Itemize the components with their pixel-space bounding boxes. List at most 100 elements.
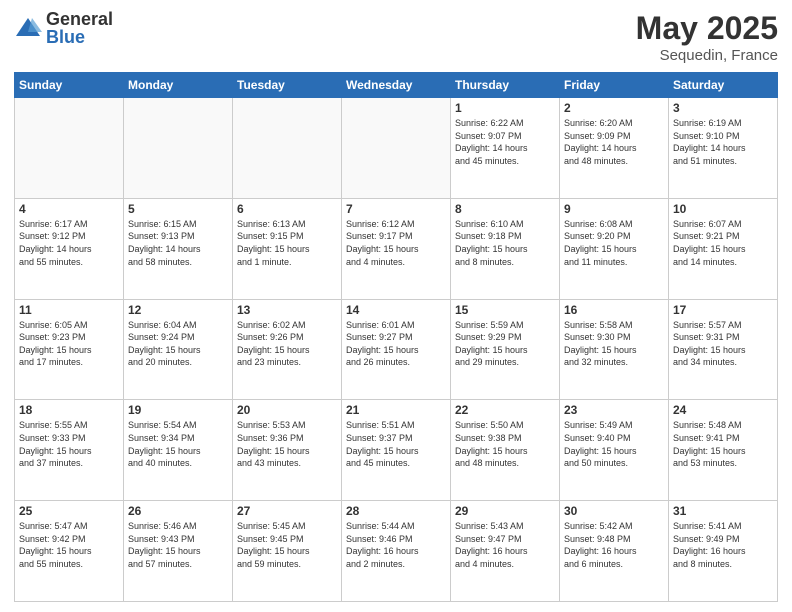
- calendar-cell-w4-d4: 22 Sunrise: 5:50 AM Sunset: 9:38 PM Dayli…: [451, 400, 560, 501]
- day-number-25: 25: [19, 504, 119, 518]
- day-number-26: 26: [128, 504, 228, 518]
- day-info-2: Sunrise: 6:20 AM Sunset: 9:09 PM Dayligh…: [564, 117, 664, 167]
- calendar-cell-w3-d1: 12 Sunrise: 6:04 AM Sunset: 9:24 PM Dayli…: [124, 299, 233, 400]
- day-info-4: Sunrise: 6:17 AM Sunset: 9:12 PM Dayligh…: [19, 218, 119, 268]
- calendar-cell-w2-d1: 5Sunrise: 6:15 AM Sunset: 9:13 PM Daylig…: [124, 198, 233, 299]
- calendar-cell-w4-d2: 20Sunrise: 5:53 AM Sunset: 9:36 PM Dayli…: [233, 400, 342, 501]
- day-number-28: 28: [346, 504, 446, 518]
- calendar-cell-w5-d5: 30 Sunrise: 5:42 AM Sunset: 9:48 PM Dayli…: [560, 501, 669, 602]
- day-number-30: 30: [564, 504, 664, 518]
- logo-blue-text: Blue: [46, 28, 113, 46]
- day-info-31: Sunrise: 5:41 AM Sunset: 9:49 PM Dayligh…: [673, 520, 773, 570]
- day-info-16: Sunrise: 5:58 AM Sunset: 9:30 PM Dayligh…: [564, 319, 664, 369]
- day-info-25: Sunrise: 5:47 AM Sunset: 9:42 PM Dayligh…: [19, 520, 119, 570]
- calendar-cell-w5-d4: 29Sunrise: 5:43 AM Sunset: 9:47 PM Dayli…: [451, 501, 560, 602]
- calendar-cell-w1-d2: [233, 98, 342, 199]
- day-number-18: 18: [19, 403, 119, 417]
- calendar-cell-w2-d4: 8Sunrise: 6:10 AM Sunset: 9:18 PM Daylig…: [451, 198, 560, 299]
- day-number-17: 17: [673, 303, 773, 317]
- header-saturday: Saturday: [669, 73, 778, 98]
- logo: General Blue: [14, 10, 113, 46]
- header-sunday: Sunday: [15, 73, 124, 98]
- calendar-cell-w5-d2: 27 Sunrise: 5:45 AM Sunset: 9:45 PM Dayli…: [233, 501, 342, 602]
- day-info-28: Sunrise: 5:44 AM Sunset: 9:46 PM Dayligh…: [346, 520, 446, 570]
- calendar-cell-w4-d0: 18 Sunrise: 5:55 AM Sunset: 9:33 PM Dayli…: [15, 400, 124, 501]
- day-info-8: Sunrise: 6:10 AM Sunset: 9:18 PM Dayligh…: [455, 218, 555, 268]
- logo-general-text: General: [46, 10, 113, 28]
- logo-text: General Blue: [46, 10, 113, 46]
- calendar-cell-w4-d6: 24 Sunrise: 5:48 AM Sunset: 9:41 PM Dayli…: [669, 400, 778, 501]
- calendar-cell-w3-d6: 17 Sunrise: 5:57 AM Sunset: 9:31 PM Dayli…: [669, 299, 778, 400]
- calendar-cell-w5-d6: 31 Sunrise: 5:41 AM Sunset: 9:49 PM Dayli…: [669, 501, 778, 602]
- calendar-cell-w2-d2: 6 Sunrise: 6:13 AM Sunset: 9:15 PM Daylig…: [233, 198, 342, 299]
- calendar-cell-w4-d5: 23Sunrise: 5:49 AM Sunset: 9:40 PM Dayli…: [560, 400, 669, 501]
- calendar-cell-w1-d4: 1Sunrise: 6:22 AM Sunset: 9:07 PM Daylig…: [451, 98, 560, 199]
- day-info-12: Sunrise: 6:04 AM Sunset: 9:24 PM Dayligh…: [128, 319, 228, 369]
- calendar-cell-w3-d5: 16Sunrise: 5:58 AM Sunset: 9:30 PM Dayli…: [560, 299, 669, 400]
- calendar-cell-w3-d4: 15Sunrise: 5:59 AM Sunset: 9:29 PM Dayli…: [451, 299, 560, 400]
- day-info-1: Sunrise: 6:22 AM Sunset: 9:07 PM Dayligh…: [455, 117, 555, 167]
- day-number-12: 12: [128, 303, 228, 317]
- day-number-13: 13: [237, 303, 337, 317]
- day-info-30: Sunrise: 5:42 AM Sunset: 9:48 PM Dayligh…: [564, 520, 664, 570]
- calendar-cell-w5-d1: 26 Sunrise: 5:46 AM Sunset: 9:43 PM Dayli…: [124, 501, 233, 602]
- day-info-14: Sunrise: 6:01 AM Sunset: 9:27 PM Dayligh…: [346, 319, 446, 369]
- day-number-9: 9: [564, 202, 664, 216]
- logo-icon: [14, 14, 42, 42]
- day-info-13: Sunrise: 6:02 AM Sunset: 9:26 PM Dayligh…: [237, 319, 337, 369]
- weekday-header-row: Sunday Monday Tuesday Wednesday Thursday…: [15, 73, 778, 98]
- calendar-cell-w1-d1: [124, 98, 233, 199]
- day-info-6: Sunrise: 6:13 AM Sunset: 9:15 PM Dayligh…: [237, 218, 337, 268]
- calendar-cell-w3-d0: 11 Sunrise: 6:05 AM Sunset: 9:23 PM Dayli…: [15, 299, 124, 400]
- day-number-19: 19: [128, 403, 228, 417]
- header-friday: Friday: [560, 73, 669, 98]
- calendar-cell-w1-d3: [342, 98, 451, 199]
- calendar-cell-w2-d5: 9Sunrise: 6:08 AM Sunset: 9:20 PM Daylig…: [560, 198, 669, 299]
- day-number-6: 6: [237, 202, 337, 216]
- day-info-22: Sunrise: 5:50 AM Sunset: 9:38 PM Dayligh…: [455, 419, 555, 469]
- header-tuesday: Tuesday: [233, 73, 342, 98]
- day-info-19: Sunrise: 5:54 AM Sunset: 9:34 PM Dayligh…: [128, 419, 228, 469]
- day-number-11: 11: [19, 303, 119, 317]
- calendar-cell-w3-d3: 14Sunrise: 6:01 AM Sunset: 9:27 PM Dayli…: [342, 299, 451, 400]
- day-number-2: 2: [564, 101, 664, 115]
- week-row-4: 18 Sunrise: 5:55 AM Sunset: 9:33 PM Dayli…: [15, 400, 778, 501]
- title-location: Sequedin, France: [636, 47, 778, 64]
- day-number-3: 3: [673, 101, 773, 115]
- header-wednesday: Wednesday: [342, 73, 451, 98]
- day-info-7: Sunrise: 6:12 AM Sunset: 9:17 PM Dayligh…: [346, 218, 446, 268]
- week-row-1: 1Sunrise: 6:22 AM Sunset: 9:07 PM Daylig…: [15, 98, 778, 199]
- title-month: May 2025: [636, 10, 778, 47]
- day-number-21: 21: [346, 403, 446, 417]
- day-number-20: 20: [237, 403, 337, 417]
- week-row-5: 25 Sunrise: 5:47 AM Sunset: 9:42 PM Dayli…: [15, 501, 778, 602]
- title-block: May 2025 Sequedin, France: [636, 10, 778, 64]
- day-number-27: 27: [237, 504, 337, 518]
- calendar-cell-w5-d0: 25 Sunrise: 5:47 AM Sunset: 9:42 PM Dayli…: [15, 501, 124, 602]
- day-info-21: Sunrise: 5:51 AM Sunset: 9:37 PM Dayligh…: [346, 419, 446, 469]
- calendar-table: Sunday Monday Tuesday Wednesday Thursday…: [14, 72, 778, 602]
- calendar-cell-w1-d6: 3Sunrise: 6:19 AM Sunset: 9:10 PM Daylig…: [669, 98, 778, 199]
- day-info-15: Sunrise: 5:59 AM Sunset: 9:29 PM Dayligh…: [455, 319, 555, 369]
- calendar-cell-w4-d1: 19 Sunrise: 5:54 AM Sunset: 9:34 PM Dayli…: [124, 400, 233, 501]
- day-number-24: 24: [673, 403, 773, 417]
- header-thursday: Thursday: [451, 73, 560, 98]
- calendar-cell-w3-d2: 13 Sunrise: 6:02 AM Sunset: 9:26 PM Dayli…: [233, 299, 342, 400]
- day-info-11: Sunrise: 6:05 AM Sunset: 9:23 PM Dayligh…: [19, 319, 119, 369]
- calendar-cell-w2-d3: 7Sunrise: 6:12 AM Sunset: 9:17 PM Daylig…: [342, 198, 451, 299]
- week-row-2: 4 Sunrise: 6:17 AM Sunset: 9:12 PM Daylig…: [15, 198, 778, 299]
- day-info-18: Sunrise: 5:55 AM Sunset: 9:33 PM Dayligh…: [19, 419, 119, 469]
- header: General Blue May 2025 Sequedin, France: [14, 10, 778, 64]
- day-number-4: 4: [19, 202, 119, 216]
- header-monday: Monday: [124, 73, 233, 98]
- day-info-17: Sunrise: 5:57 AM Sunset: 9:31 PM Dayligh…: [673, 319, 773, 369]
- calendar-cell-w4-d3: 21 Sunrise: 5:51 AM Sunset: 9:37 PM Dayli…: [342, 400, 451, 501]
- day-info-26: Sunrise: 5:46 AM Sunset: 9:43 PM Dayligh…: [128, 520, 228, 570]
- day-number-23: 23: [564, 403, 664, 417]
- day-number-29: 29: [455, 504, 555, 518]
- day-info-27: Sunrise: 5:45 AM Sunset: 9:45 PM Dayligh…: [237, 520, 337, 570]
- page: General Blue May 2025 Sequedin, France S…: [0, 0, 792, 612]
- day-number-22: 22: [455, 403, 555, 417]
- day-info-24: Sunrise: 5:48 AM Sunset: 9:41 PM Dayligh…: [673, 419, 773, 469]
- day-number-31: 31: [673, 504, 773, 518]
